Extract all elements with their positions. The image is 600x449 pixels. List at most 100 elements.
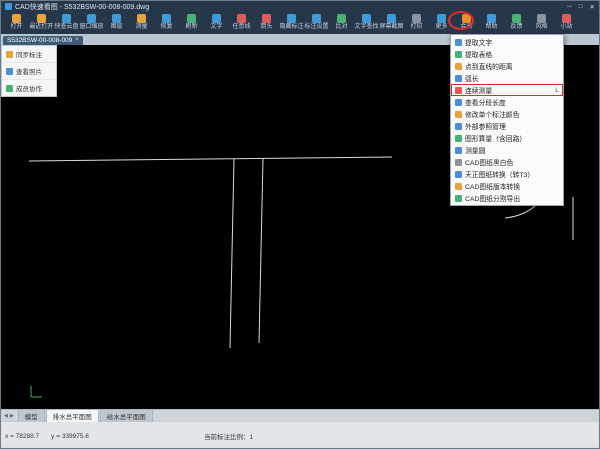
menu-item-label: 提取文字 [465, 37, 492, 47]
panel-item-icon [6, 51, 13, 58]
panel-item-label: 查看照片 [16, 66, 42, 76]
toolbar-button[interactable]: 恢复 [154, 13, 179, 31]
toolbar-button[interactable]: 风格 [529, 13, 554, 31]
menu-item[interactable]: 天正图纸转换（转T3） [451, 168, 563, 180]
menu-item[interactable]: 提取表格 [451, 48, 563, 60]
toolbar-button[interactable]: 小站 [554, 13, 579, 31]
toolbar-button[interactable]: 刷新 [179, 13, 204, 31]
status-gap [1, 421, 599, 430]
collaboration-panel-item[interactable]: 同步标注 [2, 46, 56, 63]
toolbar-button-label: 窗口缩放 [79, 24, 103, 31]
toolbar-button-icon [362, 14, 371, 23]
toolbar-button[interactable]: 标注设置 [304, 13, 329, 31]
toolbar-button-label: 刷新 [185, 24, 197, 31]
toolbar-button[interactable]: 打开 [4, 13, 29, 31]
toolbar-button[interactable]: 屏幕截图 [379, 13, 404, 31]
annotation-scale: 当前标注比例：1 [204, 431, 253, 441]
menu-item[interactable]: 点到直线的距离 [451, 60, 563, 72]
toolbar-button-label: 箭头 [260, 24, 272, 31]
menu-item-icon [455, 147, 462, 154]
toolbar-button[interactable]: 文字 [204, 13, 229, 31]
menu-item-label: 天正图纸转换（转T3） [465, 169, 534, 179]
sheet-tab[interactable]: 模型 [18, 409, 45, 422]
toolbar-button[interactable]: 帮助 [479, 13, 504, 31]
window-title: CAD快速看图 - S532BSW-00-008-009.dwg [15, 2, 149, 12]
sheet-tab[interactable]: 排水总平面图 [46, 409, 99, 422]
toolbar-button-icon [387, 14, 396, 23]
menu-item[interactable]: 修改单个标注颜色 [451, 108, 563, 120]
menu-item-label: CAD图纸黑白色 [465, 157, 513, 167]
coordinate-y: y = 339975.6 [51, 433, 89, 440]
toolbar-button-label: 任意线 [232, 24, 250, 31]
menu-item-label: 弧长 [465, 73, 479, 83]
toolbar-button[interactable]: 快查云盘 [54, 13, 79, 31]
toolbar-button[interactable]: 会员 [454, 13, 479, 31]
sheet-tab[interactable]: 给水总平面图 [100, 409, 153, 422]
collaboration-panel: 同步标注 查看照片 成员协作 [1, 45, 57, 97]
toolbar-button-icon [87, 14, 96, 23]
menu-item[interactable]: 查看分段长度 [451, 96, 563, 108]
toolbar-button-label: 隐藏标注 [279, 24, 303, 31]
toolbar-button-icon [187, 14, 196, 23]
toolbar-button-label: 图层 [110, 24, 122, 31]
close-button[interactable]: ✕ [590, 3, 595, 11]
collaboration-panel-item[interactable]: 成员协作 [2, 80, 56, 96]
menu-item-icon [455, 63, 462, 70]
toolbar-button-label: 快查云盘 [54, 24, 78, 31]
toolbar-button-icon [137, 14, 146, 23]
sheet-nav-next-icon[interactable]: ▶ [10, 413, 14, 419]
menu-item[interactable]: 测量圆 [451, 144, 563, 156]
document-tab-close-icon[interactable]: × [75, 36, 79, 45]
toolbar-button-label: 帮助 [485, 24, 497, 31]
toolbar-button-label: 会员 [460, 24, 472, 31]
toolbar-button-icon [237, 14, 246, 23]
toolbar-button-label: 标注设置 [304, 24, 328, 31]
sheet-nav-prev-icon[interactable]: ◀ [4, 413, 8, 419]
toolbar-button-label: 打开 [10, 24, 22, 31]
menu-item-label: 图形算量（含回路） [465, 133, 526, 143]
menu-item[interactable]: 连续测量 L [451, 84, 563, 96]
toolbar-button[interactable]: 打印 [404, 13, 429, 31]
menu-item[interactable]: 图形算量（含回路） [451, 132, 563, 144]
sheet-tab-bar: ◀ ▶ 模型 排水总平面图 给水总平面图 [1, 409, 599, 421]
toolbar-button-icon [12, 14, 21, 23]
toolbar-button[interactable]: 文字查找 [354, 13, 379, 31]
bottom-filler [1, 442, 599, 449]
toolbar-button[interactable]: 最近打开 [29, 13, 54, 31]
maximize-button[interactable]: □ [579, 3, 583, 11]
menu-item-label: CAD图纸分割导出 [465, 193, 520, 203]
toolbar-button[interactable]: 隐藏标注 [279, 13, 304, 31]
coordinate-x: x = 78288.7 [5, 433, 39, 440]
toolbar-button[interactable]: 测量 [129, 13, 154, 31]
menu-item[interactable]: CAD图纸版本转换 [451, 180, 563, 192]
status-bar: x = 78288.7 y = 339975.6 当前标注比例：1 [1, 430, 599, 442]
minimize-button[interactable]: ─ [567, 3, 572, 11]
toolbar-button[interactable]: 箭头 [254, 13, 279, 31]
menu-item-label: 提取表格 [465, 49, 492, 59]
toolbar-button[interactable]: 图层 [104, 13, 129, 31]
menu-item-shortcut: L [555, 87, 559, 94]
toolbar-button-label: 小站 [560, 24, 572, 31]
panel-item-label: 成员协作 [16, 83, 42, 93]
menu-item[interactable]: CAD图纸黑白色 [451, 156, 563, 168]
menu-item[interactable]: 弧长 [451, 72, 563, 84]
toolbar-button-icon [337, 14, 346, 23]
menu-item-icon [455, 39, 462, 46]
toolbar-button[interactable]: 更多 [429, 13, 454, 31]
toolbar-button-icon [312, 14, 321, 23]
toolbar-button[interactable]: 窗口缩放 [79, 13, 104, 31]
toolbar-button[interactable]: 任意线 [229, 13, 254, 31]
menu-item[interactable]: CAD图纸分割导出 [451, 192, 563, 204]
menu-item[interactable]: 外部参照管理 [451, 120, 563, 132]
toolbar-button-icon [162, 14, 171, 23]
toolbar-button-label: 打印 [410, 24, 422, 31]
collaboration-panel-item[interactable]: 查看照片 [2, 63, 56, 80]
toolbar-button-label: 测量 [135, 24, 147, 31]
document-tab[interactable]: S532BSW-00-008-009 × [3, 36, 83, 45]
panel-item-label: 同步标注 [16, 49, 42, 59]
menu-item[interactable]: 提取文字 [451, 36, 563, 48]
toolbar-button[interactable]: 比对 [329, 13, 354, 31]
toolbar-button-icon [37, 14, 46, 23]
menu-item-icon [455, 123, 462, 130]
toolbar-button[interactable]: 反馈 [504, 13, 529, 31]
